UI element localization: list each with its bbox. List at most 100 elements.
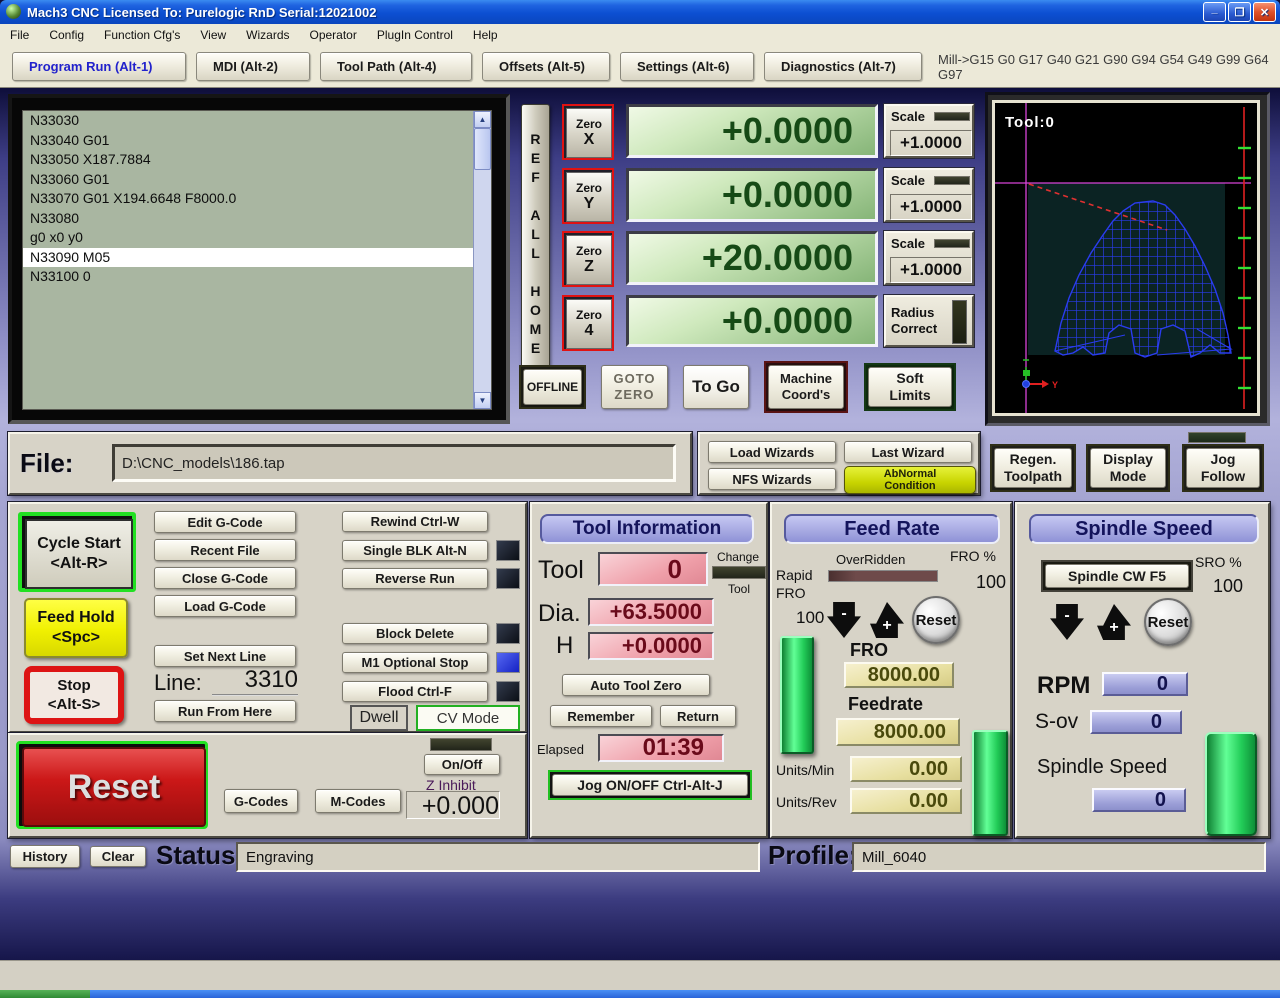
- restore-button[interactable]: ❐: [1228, 2, 1251, 22]
- line-number-field[interactable]: 3310: [212, 666, 298, 696]
- spindle-speed-dro[interactable]: 0: [1092, 788, 1186, 812]
- goto-zero-button[interactable]: GOTO ZERO: [601, 365, 668, 409]
- radius-correct-button[interactable]: Radius Correct: [884, 295, 974, 347]
- fro-increase-button[interactable]: +: [870, 602, 904, 638]
- scroll-thumb[interactable]: [474, 128, 491, 170]
- dro-4-value[interactable]: +0.0000: [626, 295, 878, 347]
- menu-function-cfgs[interactable]: Function Cfg's: [104, 28, 180, 42]
- jog-onoff-button[interactable]: Jog ON/OFF Ctrl-Alt-J: [548, 770, 752, 800]
- start-button-fragment[interactable]: [0, 990, 90, 998]
- nfs-wizards-button[interactable]: NFS Wizards: [708, 468, 836, 490]
- recent-file-button[interactable]: Recent File: [154, 539, 296, 561]
- fro-decrease-button[interactable]: -: [827, 602, 861, 638]
- set-next-line-button[interactable]: Set Next Line: [154, 645, 296, 667]
- gcode-line[interactable]: N33060 G01: [23, 170, 491, 190]
- tab-program-run[interactable]: Program Run (Alt-1): [12, 52, 186, 81]
- gcodes-button[interactable]: G-Codes: [224, 789, 298, 813]
- single-blk-button[interactable]: Single BLK Alt-N: [342, 540, 488, 561]
- gcode-line[interactable]: N33050 X187.7884: [23, 150, 491, 170]
- jog-follow-button[interactable]: Jog Follow: [1182, 444, 1264, 492]
- edit-gcode-button[interactable]: Edit G-Code: [154, 511, 296, 533]
- gcode-line-selected[interactable]: N33090 M05: [23, 247, 475, 267]
- scale-z-value[interactable]: +1.0000: [890, 257, 972, 283]
- gcode-line[interactable]: N33070 G01 X194.6648 F8000.0: [23, 189, 491, 209]
- menu-file[interactable]: File: [10, 28, 29, 42]
- feed-hold-button[interactable]: Feed Hold <Spc>: [24, 598, 128, 658]
- history-button[interactable]: History: [10, 845, 80, 868]
- stop-button[interactable]: Stop <Alt-S>: [24, 666, 124, 724]
- zero-z-button[interactable]: Zero Z: [562, 231, 614, 287]
- rewind-button[interactable]: Rewind Ctrl-W: [342, 511, 488, 532]
- scale-y-value[interactable]: +1.0000: [890, 194, 972, 220]
- feedrate-slider[interactable]: [972, 730, 1008, 836]
- zero-4-button[interactable]: Zero 4: [562, 295, 614, 351]
- fro-slider[interactable]: [780, 636, 814, 754]
- sro-reset-button[interactable]: Reset: [1144, 598, 1192, 646]
- gcode-scrollbar[interactable]: ▲ ▼: [473, 111, 491, 409]
- tab-tool-path[interactable]: Tool Path (Alt-4): [320, 52, 472, 81]
- menu-operator[interactable]: Operator: [310, 28, 357, 42]
- sro-increase-button[interactable]: +: [1097, 604, 1131, 640]
- mcodes-button[interactable]: M-Codes: [315, 789, 401, 813]
- flood-button[interactable]: Flood Ctrl-F: [342, 681, 488, 702]
- offline-button[interactable]: OFFLINE: [519, 365, 586, 409]
- gcode-line[interactable]: N33030: [23, 111, 491, 131]
- dia-dro[interactable]: +63.5000: [588, 598, 714, 626]
- menu-help[interactable]: Help: [473, 28, 498, 42]
- load-wizards-button[interactable]: Load Wizards: [708, 441, 836, 463]
- menu-plugin-control[interactable]: PlugIn Control: [377, 28, 453, 42]
- last-wizard-button[interactable]: Last Wizard: [844, 441, 972, 463]
- tab-diagnostics[interactable]: Diagnostics (Alt-7): [764, 52, 922, 81]
- run-from-here-button[interactable]: Run From Here: [154, 700, 296, 722]
- spindle-cw-button[interactable]: Spindle CW F5: [1041, 560, 1193, 592]
- gcode-list[interactable]: N33030 N33040 G01 N33050 X187.7884 N3306…: [22, 110, 492, 410]
- on-off-button[interactable]: On/Off: [424, 754, 500, 775]
- tab-mdi[interactable]: MDI (Alt-2): [196, 52, 310, 81]
- taskbar[interactable]: [0, 990, 1280, 998]
- fro-reset-button[interactable]: Reset: [912, 596, 960, 644]
- load-gcode-button[interactable]: Load G-Code: [154, 595, 296, 617]
- dro-z-value[interactable]: +20.0000: [626, 231, 878, 285]
- zero-y-button[interactable]: Zero Y: [562, 168, 614, 224]
- sro-decrease-button[interactable]: -: [1050, 604, 1084, 640]
- cycle-start-button[interactable]: Cycle Start <Alt-R>: [18, 512, 136, 592]
- menu-wizards[interactable]: Wizards: [246, 28, 289, 42]
- clear-button[interactable]: Clear: [90, 846, 146, 867]
- scale-x-value[interactable]: +1.0000: [890, 130, 972, 156]
- to-go-button[interactable]: To Go: [683, 365, 749, 409]
- ref-all-home-button[interactable]: R E F A L L H O M E: [521, 104, 550, 384]
- remember-button[interactable]: Remember: [550, 705, 652, 727]
- tool-number-dro[interactable]: 0: [598, 552, 708, 586]
- reverse-run-button[interactable]: Reverse Run: [342, 568, 488, 589]
- auto-tool-zero-button[interactable]: Auto Tool Zero: [562, 674, 710, 696]
- m1-optional-stop-button[interactable]: M1 Optional Stop: [342, 652, 488, 673]
- sov-dro[interactable]: 0: [1090, 710, 1182, 734]
- regen-toolpath-button[interactable]: Regen. Toolpath: [990, 444, 1076, 492]
- tab-settings[interactable]: Settings (Alt-6): [620, 52, 754, 81]
- scroll-up-button[interactable]: ▲: [474, 111, 491, 128]
- minimize-button[interactable]: _: [1203, 2, 1226, 22]
- close-button[interactable]: ✕: [1253, 2, 1276, 22]
- gcode-line[interactable]: N33100 0: [23, 267, 491, 287]
- return-button[interactable]: Return: [660, 705, 736, 727]
- gcode-line[interactable]: N33080: [23, 209, 491, 229]
- toolpath-display[interactable]: Y Tool:0: [992, 100, 1260, 416]
- spindle-slider[interactable]: [1205, 732, 1257, 836]
- zero-x-button[interactable]: Zero X: [562, 104, 614, 160]
- menu-view[interactable]: View: [200, 28, 226, 42]
- fro-dro[interactable]: 8000.00: [844, 662, 954, 688]
- display-mode-button[interactable]: Display Mode: [1086, 444, 1170, 492]
- z-inhibit-value[interactable]: +0.000: [406, 791, 500, 820]
- tab-offsets[interactable]: Offsets (Alt-5): [482, 52, 610, 81]
- h-dro[interactable]: +0.0000: [588, 632, 714, 660]
- abnormal-condition-button[interactable]: AbNormal Condition: [844, 466, 976, 494]
- gcode-line[interactable]: N33040 G01: [23, 131, 491, 151]
- close-gcode-button[interactable]: Close G-Code: [154, 567, 296, 589]
- dro-x-value[interactable]: +0.0000: [626, 104, 878, 158]
- block-delete-button[interactable]: Block Delete: [342, 623, 488, 644]
- dro-y-value[interactable]: +0.0000: [626, 168, 878, 222]
- reset-button[interactable]: Reset: [16, 741, 208, 829]
- machine-coords-button[interactable]: Machine Coord's: [764, 361, 848, 413]
- menu-config[interactable]: Config: [49, 28, 84, 42]
- gcode-line[interactable]: g0 x0 y0: [23, 228, 491, 248]
